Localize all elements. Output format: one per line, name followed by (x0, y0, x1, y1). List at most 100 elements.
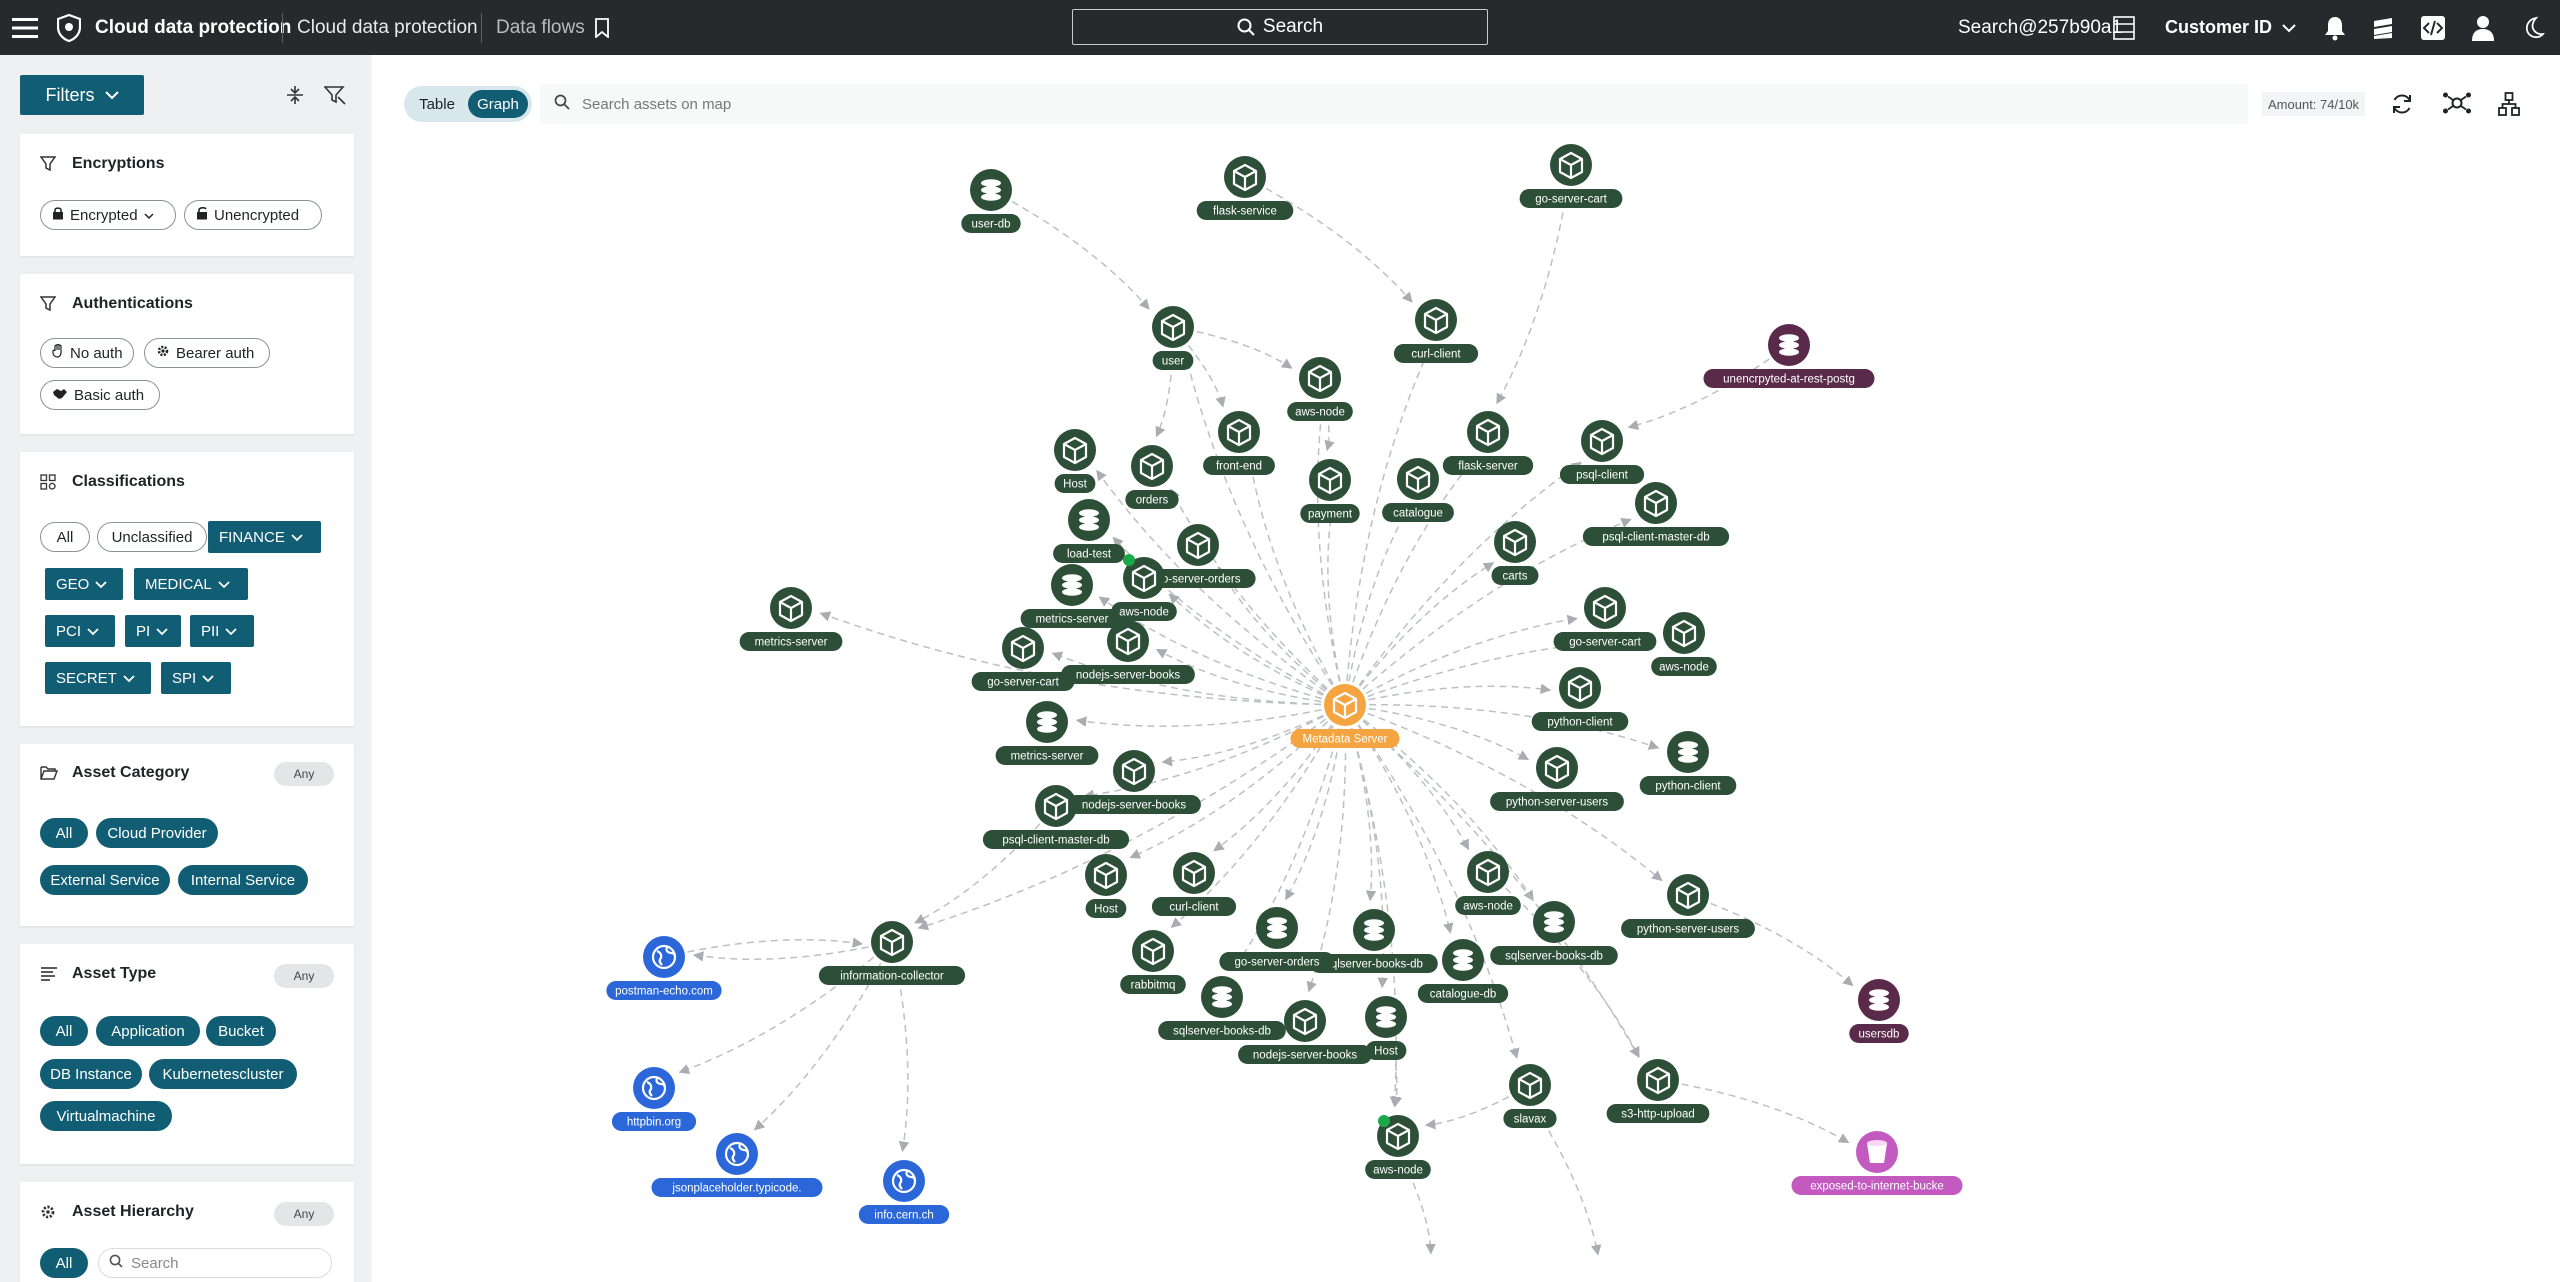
asset-type-any-badge[interactable]: Any (274, 964, 334, 988)
graph-node-circle (643, 936, 685, 978)
type-all-chip[interactable]: All (40, 1016, 88, 1046)
view-table-tab[interactable]: Table (410, 90, 464, 118)
graph-node-label: slavax (1514, 1114, 1547, 1126)
graph-node-label: sqlserver-books-db (1173, 1026, 1271, 1038)
database-icon (1453, 949, 1473, 971)
type-kubernetescluster-chip[interactable]: Kubernetescluster (149, 1059, 297, 1089)
shield-logo-icon (56, 0, 82, 55)
customer-id-dropdown[interactable]: Customer ID (2165, 0, 2296, 55)
stack-layers-icon[interactable] (2370, 0, 2396, 55)
filters-label: Filters (45, 84, 95, 105)
grid-classification-icon (40, 474, 56, 495)
hierarchy-all-chip[interactable]: All (40, 1248, 88, 1278)
chevron-down-icon (104, 90, 119, 100)
asset-hierarchy-any-badge[interactable]: Any (274, 1202, 334, 1226)
encryptions-panel: Encryptions Encrypted Unencrypted (20, 134, 354, 256)
status-dot (1378, 1115, 1390, 1127)
type-application-chip[interactable]: Application (96, 1016, 200, 1046)
graph-node-label: psql-client (1576, 470, 1629, 482)
graph-node-circle (883, 1160, 925, 1202)
list-lines-icon (40, 966, 58, 986)
brand-title: Cloud data protection (95, 16, 292, 38)
type-db-instance-chip[interactable]: DB Instance (40, 1059, 142, 1089)
classification-spi-chip[interactable]: SPI (161, 662, 231, 694)
user-profile-icon[interactable] (2470, 0, 2496, 55)
asset-category-any-badge[interactable]: Any (274, 762, 334, 786)
classification-pci-chip[interactable]: PCI (45, 615, 115, 647)
type-virtualmachine-chip[interactable]: Virtualmachine (40, 1101, 172, 1131)
graph-node-label: information-collector (840, 971, 944, 983)
breadcrumb-cloud-data-protection[interactable]: Cloud data protection (297, 0, 478, 55)
classification-secret-chip[interactable]: SECRET (45, 662, 151, 694)
no-auth-chip[interactable]: No auth (40, 338, 134, 368)
graph-node-label: nodejs-server-books (1076, 670, 1180, 682)
category-internal-service-chip[interactable]: Internal Service (178, 865, 308, 895)
graph-node-label: go-server-cart (1535, 194, 1607, 206)
view-graph-tab[interactable]: Graph (468, 90, 528, 118)
graph-node-label: go-server-cart (1569, 637, 1641, 649)
graph-node[interactable]: Host (1085, 854, 1127, 918)
graph-node-label: aws-node (1295, 407, 1345, 419)
graph-node-label: nodejs-server-books (1082, 800, 1186, 812)
map-search-input[interactable]: Search assets on map (540, 84, 2248, 124)
bearer-auth-chip[interactable]: Bearer auth (144, 338, 270, 368)
global-search-button[interactable]: Search (1072, 9, 1488, 45)
graph-node-label: metrics-server (1011, 751, 1084, 763)
graph-node[interactable]: Host (1365, 996, 1407, 1060)
filters-dropdown-button[interactable]: Filters (20, 75, 144, 115)
refresh-icon[interactable] (2390, 92, 2414, 116)
category-cloud-provider-chip[interactable]: Cloud Provider (96, 818, 218, 848)
notifications-bell-icon[interactable] (2322, 0, 2348, 55)
network-graph-icon[interactable] (2442, 90, 2472, 116)
breadcrumb-data-flows[interactable]: Data flows (496, 0, 585, 55)
classification-pii-chip[interactable]: PII (190, 615, 254, 647)
database-icon (1212, 986, 1232, 1008)
classification-geo-chip[interactable]: GEO (45, 568, 123, 600)
database-icon (1376, 1006, 1396, 1028)
graph-node-label: info.cern.ch (874, 1210, 933, 1222)
basic-auth-label: Basic auth (74, 386, 145, 404)
graph-node[interactable]: user (1152, 306, 1194, 370)
asset-category-panel: Asset Category Any All Cloud Provider Ex… (20, 744, 354, 926)
encrypted-chip[interactable]: Encrypted (40, 200, 176, 230)
unlock-icon (196, 206, 208, 224)
graph-node-label: python-client (1655, 781, 1721, 793)
type-bucket-chip[interactable]: Bucket (206, 1016, 276, 1046)
graph-node-label: s3-http-upload (1621, 1109, 1695, 1121)
collapse-all-icon[interactable] (286, 85, 304, 105)
asset-type-panel: Asset Type Any All Application Bucket DB… (20, 944, 354, 1164)
dark-mode-moon-icon[interactable] (2520, 0, 2546, 55)
classification-unclassified-chip[interactable]: Unclassified (97, 522, 207, 552)
graph-node-label: aws-node (1659, 662, 1709, 674)
category-all-chip[interactable]: All (40, 818, 88, 848)
classification-medical-chip[interactable]: MEDICAL (134, 568, 248, 600)
main-canvas-area (372, 55, 2560, 1282)
graph-node-label: Host (1063, 479, 1087, 491)
pci-label: PCI (56, 622, 82, 640)
graph-node-label: jsonplaceholder.typicode. (671, 1183, 801, 1195)
graph-node-label: load-test (1067, 549, 1112, 561)
code-editor-icon[interactable] (2420, 0, 2446, 55)
hierarchy-structure-icon[interactable] (2498, 92, 2520, 116)
hamburger-menu-icon[interactable] (12, 0, 38, 55)
basic-auth-chip[interactable]: Basic auth (40, 380, 160, 410)
graph-node[interactable]: Host (1054, 429, 1096, 493)
category-external-service-chip[interactable]: External Service (40, 865, 170, 895)
unencrypted-chip[interactable]: Unencrypted (184, 200, 322, 230)
classification-all-chip[interactable]: All (40, 522, 90, 552)
server-list-icon[interactable] (2112, 0, 2136, 55)
clear-filters-icon[interactable] (324, 85, 346, 105)
bookmark-icon[interactable] (592, 0, 612, 55)
graph-node-label: catalogue-db (1430, 989, 1497, 1001)
graph-node-label: Host (1374, 1046, 1398, 1058)
gear-icon (156, 344, 170, 362)
filter-funnel-icon (39, 156, 57, 177)
hierarchy-search-input[interactable]: Search (98, 1248, 332, 1278)
graph-node-circle (716, 1133, 758, 1175)
classification-finance-chip[interactable]: FINANCE (208, 521, 321, 553)
folder-open-icon (40, 765, 59, 785)
top-bar: Cloud data protection Cloud data protect… (0, 0, 2560, 55)
graph-node[interactable]: carts (1491, 521, 1539, 585)
graph-node-label: curl-client (1169, 902, 1219, 914)
classification-pi-chip[interactable]: PI (125, 615, 181, 647)
